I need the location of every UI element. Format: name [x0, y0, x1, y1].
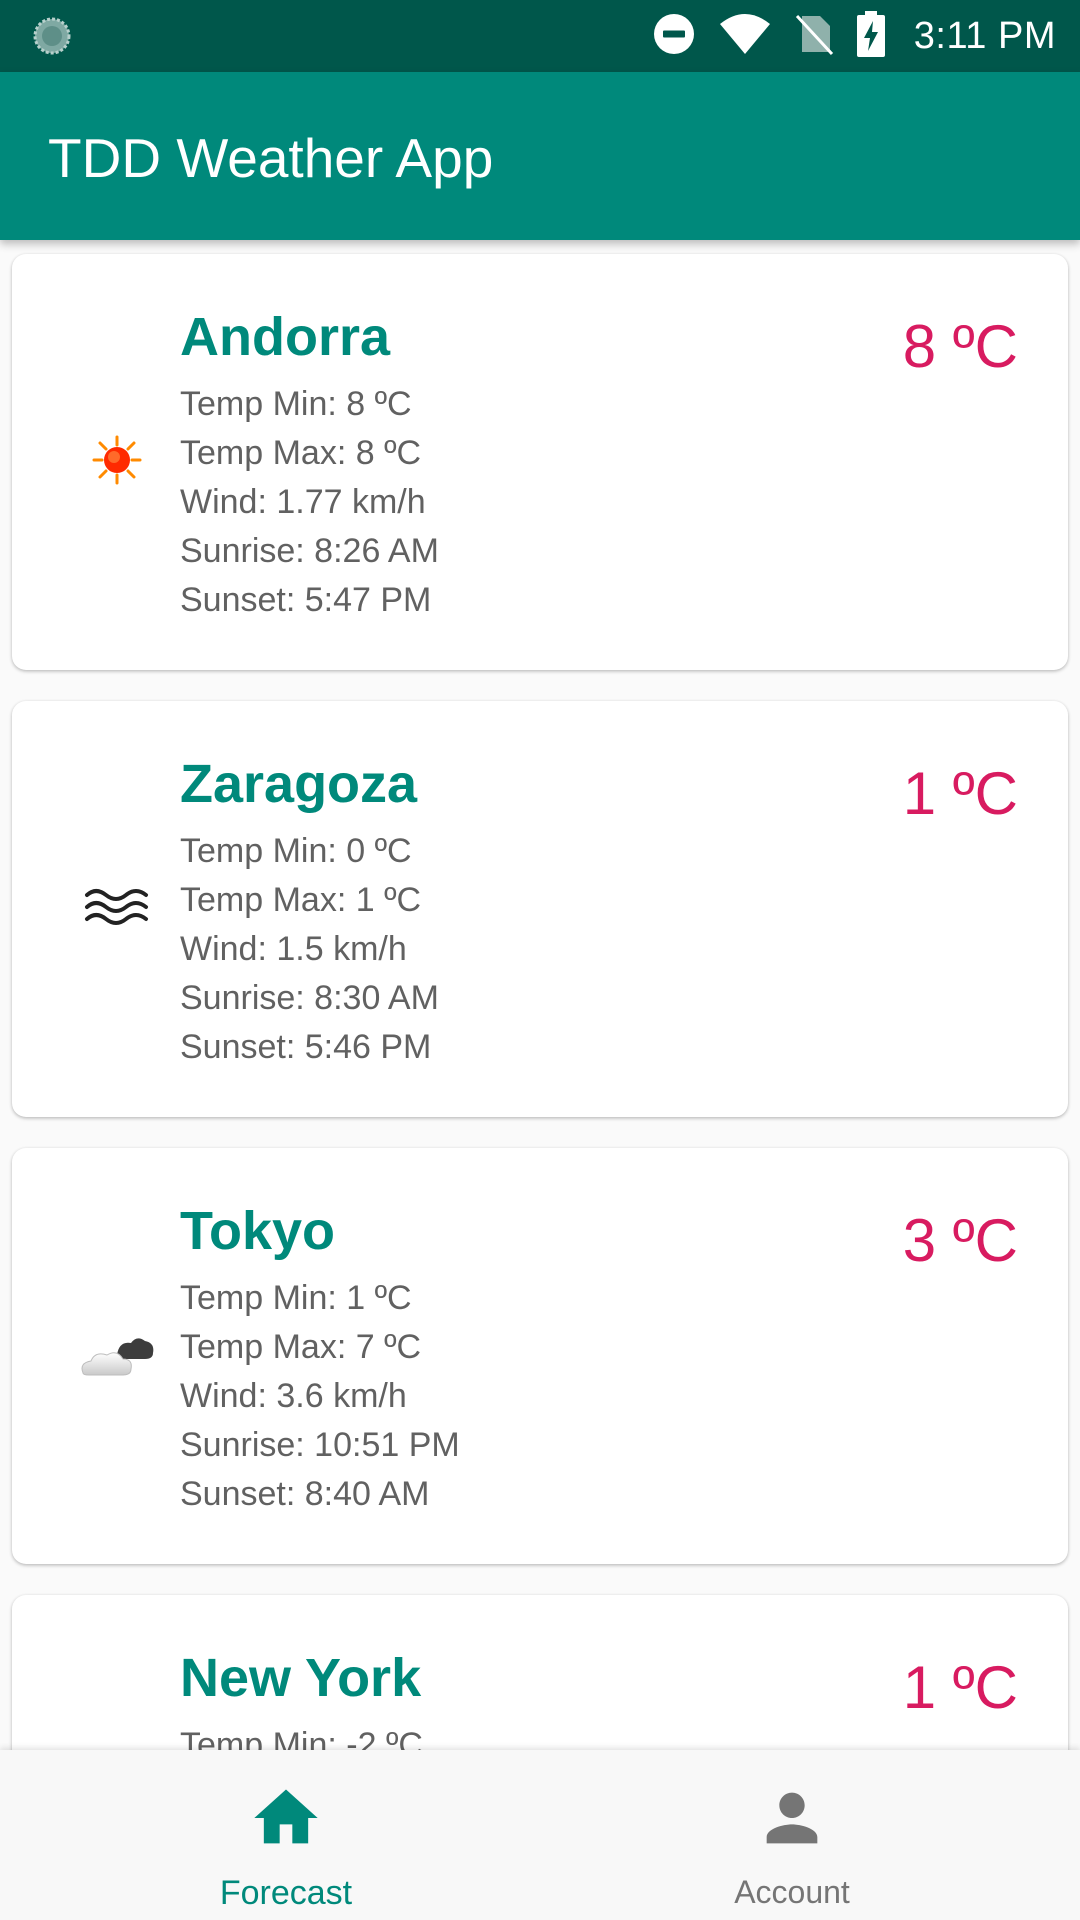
sunny-icon — [62, 420, 172, 500]
nav-label-account: Account — [734, 1874, 850, 1910]
nav-item-forecast[interactable]: Forecast — [16, 1750, 556, 1920]
city-card[interactable]: New York 1 ºC Temp Min: -2 ºC — [12, 1595, 1068, 1750]
battery-charging-icon — [856, 10, 886, 62]
current-temperature: 1 ºC — [902, 760, 1018, 827]
app-title: TDD Weather App — [48, 127, 494, 189]
temp-max: Temp Max: 8 ºC — [180, 434, 422, 472]
temp-max: Temp Max: 7 ºC — [180, 1328, 422, 1366]
temp-min: Temp Min: -2 ºC — [180, 1726, 423, 1750]
temp-max: Temp Max: 1 ºC — [180, 881, 422, 919]
sunset-time: Sunset: 5:47 PM — [180, 581, 432, 619]
sunrise-time: Sunrise: 8:30 AM — [180, 979, 439, 1017]
wind-speed: Wind: 1.5 km/h — [180, 930, 407, 968]
status-icons: 3:11 PM — [652, 0, 1056, 72]
wind-speed: Wind: 1.77 km/h — [180, 483, 426, 521]
status-bar: 3:11 PM — [0, 0, 1080, 72]
weather-details: Temp Min: -2 ºC — [180, 1721, 423, 1750]
weather-details: Temp Min: 1 ºC Temp Max: 7 ºC Wind: 3.6 … — [180, 1274, 460, 1519]
wind-speed: Wind: 3.6 km/h — [180, 1377, 407, 1415]
weather-details: Temp Min: 8 ºC Temp Max: 8 ºC Wind: 1.77… — [180, 380, 439, 625]
city-name: New York — [180, 1648, 422, 1708]
current-temperature: 3 ºC — [902, 1207, 1018, 1274]
temp-min: Temp Min: 1 ºC — [180, 1279, 412, 1317]
current-temperature: 1 ºC — [902, 1654, 1018, 1721]
sync-icon — [32, 16, 72, 56]
nav-label-forecast: Forecast — [219, 1874, 353, 1912]
nav-item-account[interactable]: Account — [522, 1750, 1062, 1920]
temp-min: Temp Min: 0 ºC — [180, 832, 412, 870]
city-card[interactable]: Zaragoza 1 ºC Temp Min: 0 ºC Temp Max: 1… — [12, 701, 1068, 1117]
city-forecast-list[interactable]: Andorra 8 ºC Temp Min: 8 ºC Temp Max: 8 … — [0, 240, 1080, 1750]
sunset-time: Sunset: 5:46 PM — [180, 1028, 432, 1066]
wifi-icon — [718, 12, 772, 61]
bottom-navigation: Forecast Account — [0, 1750, 1080, 1920]
status-clock: 3:11 PM — [913, 14, 1056, 57]
weather-app-screen: 3:11 PM TDD Weather App Andorra 8 ºC Tem… — [0, 0, 1080, 1920]
sunrise-time: Sunrise: 8:26 AM — [180, 532, 439, 570]
city-name: Tokyo — [180, 1201, 336, 1261]
weather-details: Temp Min: 0 ºC Temp Max: 1 ºC Wind: 1.5 … — [180, 827, 439, 1072]
person-icon — [754, 1780, 830, 1856]
sunset-time: Sunset: 8:40 AM — [180, 1475, 430, 1513]
app-bar: TDD Weather App — [0, 72, 1080, 240]
temp-min: Temp Min: 8 ºC — [180, 385, 412, 423]
no-sim-icon — [794, 12, 834, 61]
do-not-disturb-icon — [652, 12, 696, 61]
sunrise-time: Sunrise: 10:51 PM — [180, 1426, 460, 1464]
city-card[interactable]: Tokyo 3 ºC Temp Min: 1 ºC Temp Max: 7 ºC… — [12, 1148, 1068, 1564]
home-icon — [248, 1780, 324, 1856]
current-temperature: 8 ºC — [902, 313, 1018, 380]
city-card[interactable]: Andorra 8 ºC Temp Min: 8 ºC Temp Max: 8 … — [12, 254, 1068, 670]
city-name: Zaragoza — [180, 754, 418, 814]
city-name: Andorra — [180, 307, 391, 367]
mist-icon — [62, 867, 172, 947]
cloudy-icon — [62, 1314, 172, 1394]
